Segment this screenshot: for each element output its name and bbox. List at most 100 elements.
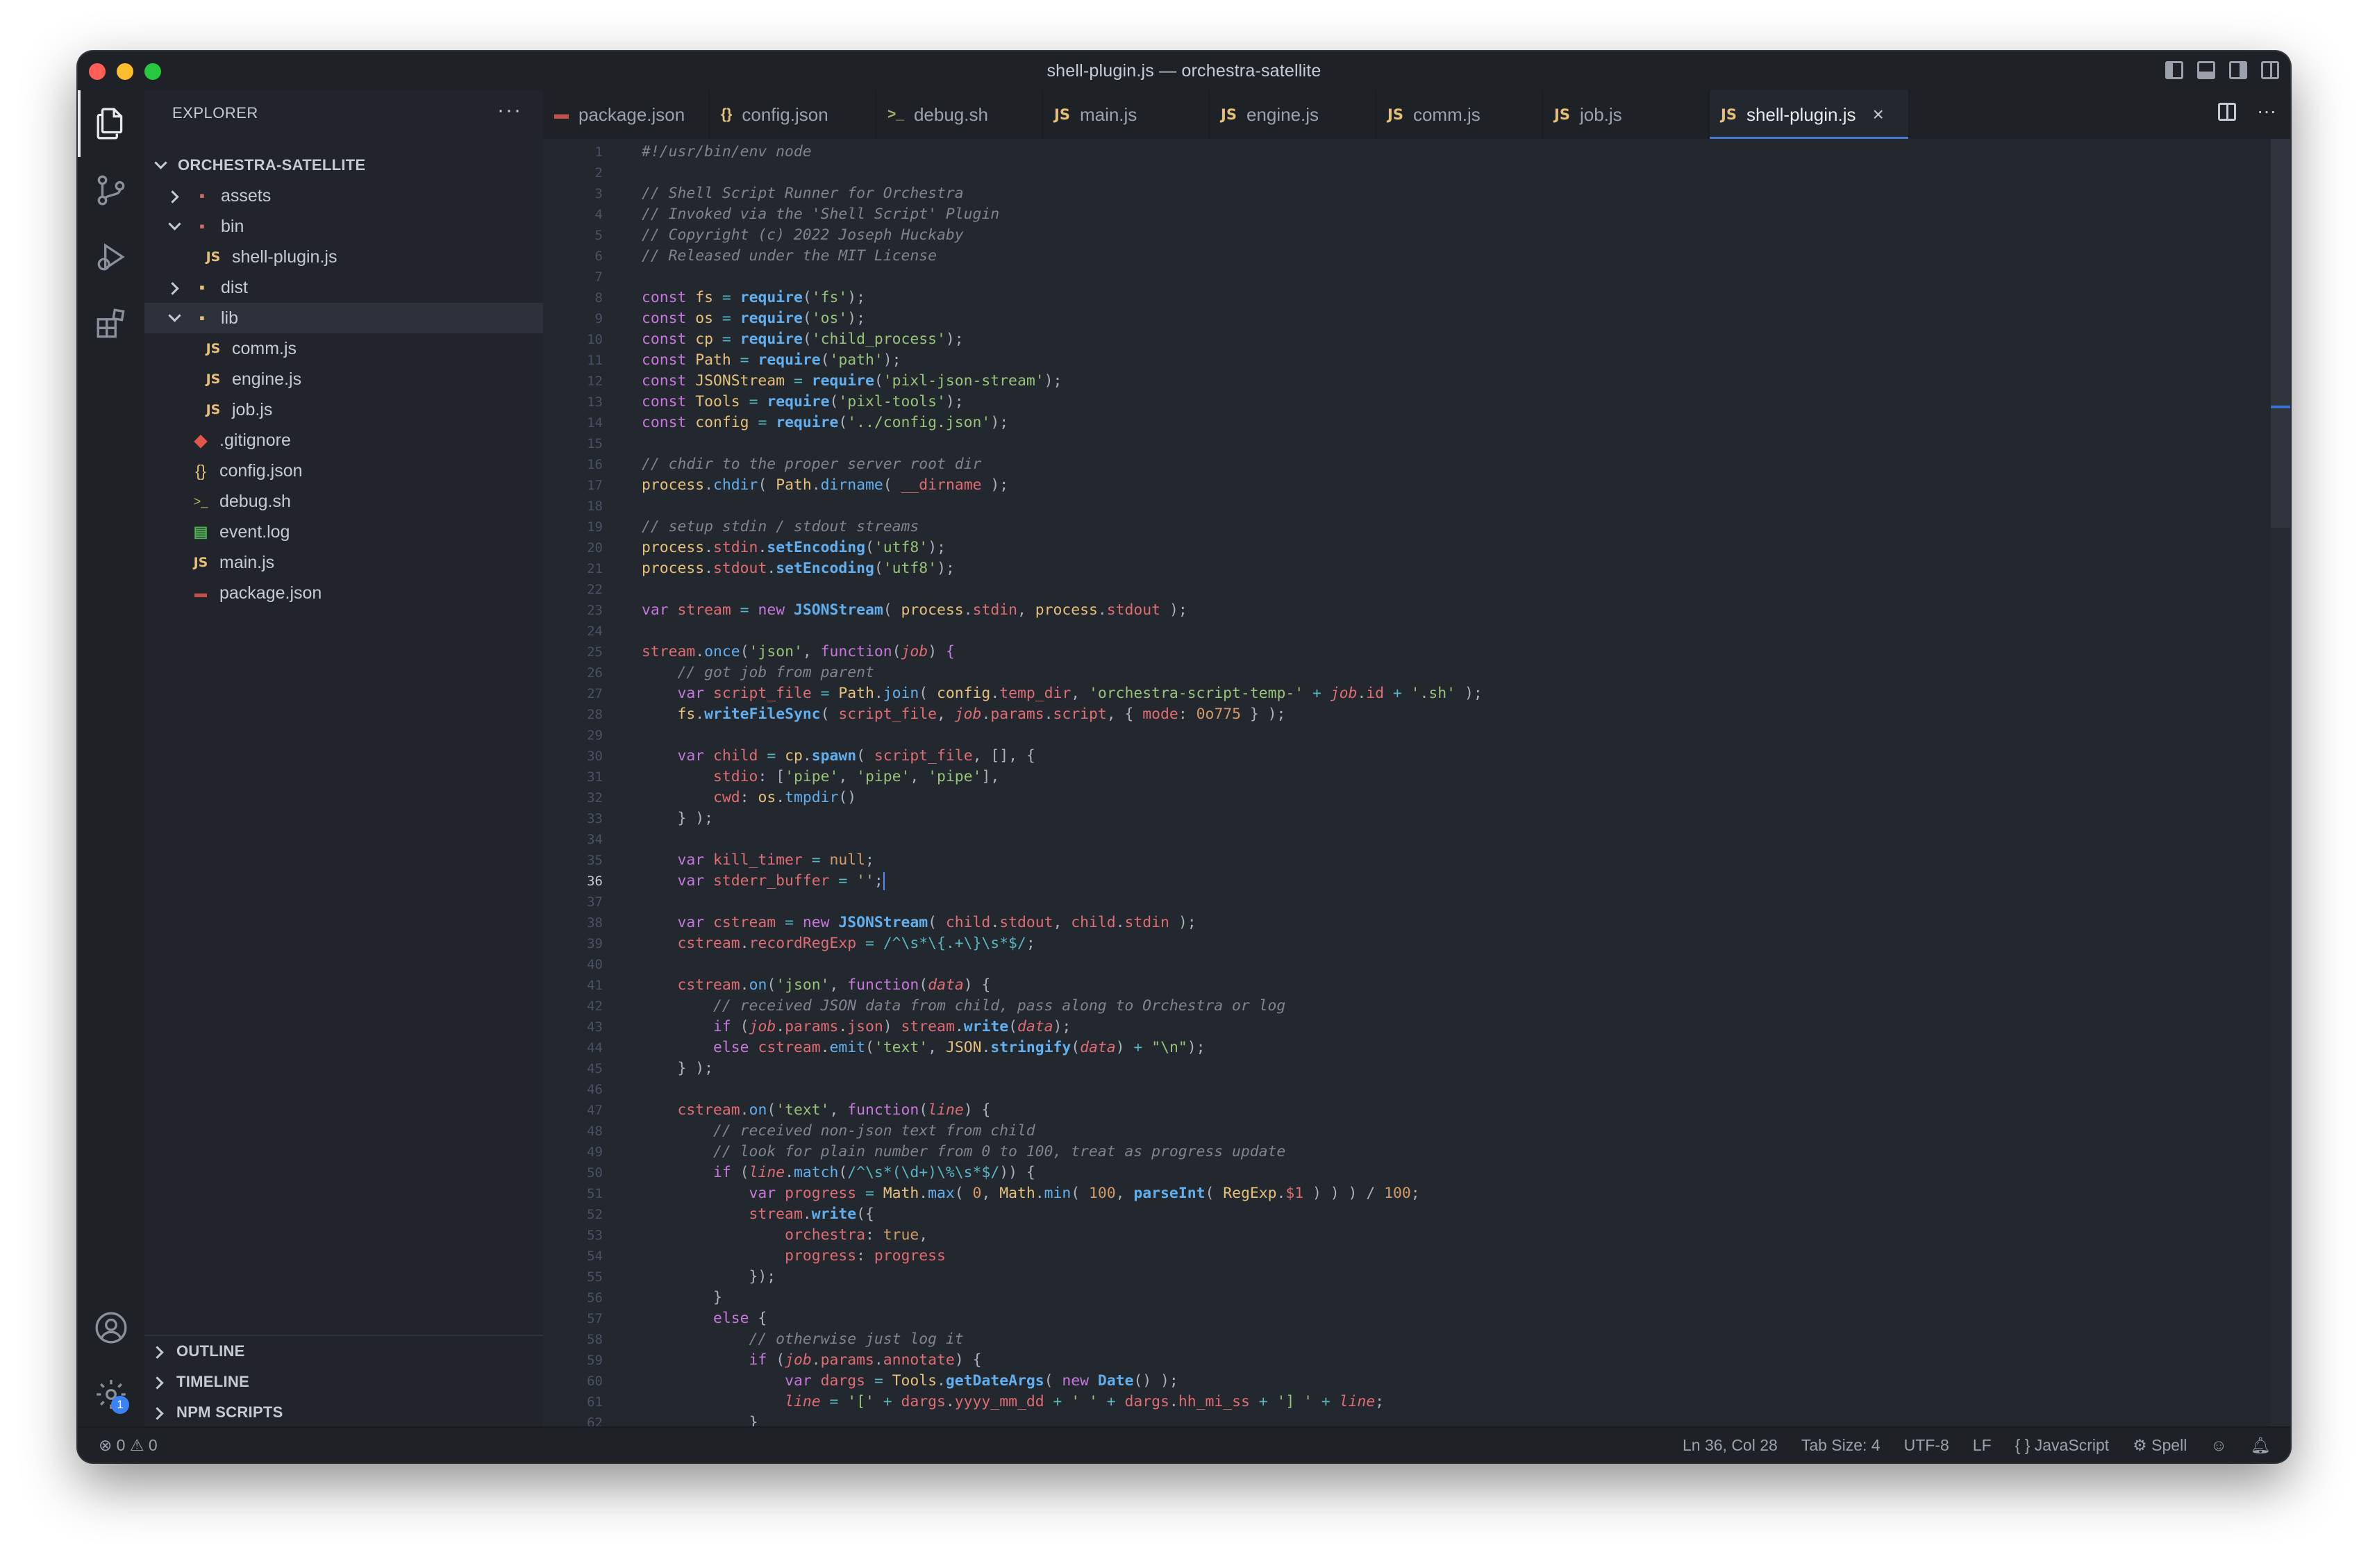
close-tab-icon[interactable]: × [1872, 103, 1883, 126]
tree-file[interactable]: {} config.json [144, 456, 543, 486]
tree-file[interactable]: JS engine.js [144, 364, 543, 394]
explorer-more-actions-icon[interactable]: ··· [497, 99, 522, 122]
line-number: 8 [594, 290, 603, 306]
editor-more-actions-icon[interactable]: ··· [2257, 100, 2276, 122]
tree-folder[interactable]: ▪ lib [144, 303, 543, 333]
end-of-line[interactable]: LF [1973, 1436, 1992, 1455]
tab-label: main.js [1079, 103, 1137, 125]
tree-file[interactable]: ◆ .gitignore [144, 425, 543, 456]
npm-file-icon: ▬ [194, 585, 207, 600]
tree-item-label: .gitignore [219, 430, 291, 450]
editor-tab[interactable]: JS engine.js [1210, 90, 1376, 139]
source-control-icon[interactable] [78, 157, 144, 224]
run-and-debug-icon[interactable] [78, 224, 144, 290]
problems-indicator[interactable]: ⊗ 0 ⚠ 0 [99, 1436, 158, 1455]
line-number: 41 [587, 978, 603, 993]
sidebar-section-timeline[interactable]: TIMELINE [144, 1367, 543, 1397]
split-editor-icon[interactable] [2218, 103, 2237, 121]
scrollbar-thumb[interactable] [2271, 139, 2290, 528]
toggle-panel-icon[interactable] [2197, 61, 2215, 79]
line-number: 46 [587, 1082, 603, 1097]
json-file-icon: {} [195, 461, 206, 480]
extensions-icon[interactable] [78, 290, 144, 357]
tree-file[interactable]: JS job.js [144, 394, 543, 425]
tab-size[interactable]: Tab Size: 4 [1801, 1436, 1881, 1455]
editor-tab[interactable]: JS main.js [1043, 90, 1210, 139]
notifications-bell-icon[interactable]: 🔔︎ [2251, 1436, 2271, 1455]
editor-tab[interactable]: JS job.js [1543, 90, 1710, 139]
code-editor[interactable]: 1 2 3 4 5 6 7 8 9 10 11 12 13 14 15 16 17 18 19 20 21 22 23 24 2… [543, 139, 2290, 1428]
toggle-primary-sidebar-icon[interactable] [2165, 61, 2183, 79]
editor-tab[interactable]: JS comm.js [1376, 90, 1543, 139]
line-number: 60 [587, 1374, 603, 1389]
section-label: OUTLINE [176, 1342, 245, 1360]
tree-folder[interactable]: ▪ assets [144, 181, 543, 211]
code-line: cwd: os.tmpdir() [713, 789, 857, 806]
tree-item-label: debug.sh [219, 491, 291, 511]
workspace-root-label: ORCHESTRA-SATELLITE [178, 156, 366, 174]
code-line: if (job.params.json) stream.write(data); [713, 1018, 1072, 1035]
editor-tab[interactable]: {} config.json [710, 90, 876, 139]
tree-folder[interactable]: ▪ dist [144, 272, 543, 303]
code-line: // received JSON data from child, pass a… [713, 997, 1286, 1015]
workspace-root[interactable]: ORCHESTRA-SATELLITE [144, 150, 543, 181]
code-content[interactable]: #!/usr/bin/env node // Shell Script Runne… [642, 142, 2249, 1428]
status-bar: ⊗ 0 ⚠ 0 Ln 36, Col 28 Tab Size: 4 UTF-8 … [78, 1426, 2290, 1462]
language-mode[interactable]: { } JavaScript [2015, 1436, 2110, 1455]
tree-file[interactable]: JS shell-plugin.js [144, 242, 543, 272]
line-number: 30 [587, 749, 603, 764]
js-file-icon: JS [1554, 106, 1570, 123]
editor-actions: ··· [2218, 100, 2276, 122]
chevron-down-icon [154, 159, 167, 172]
accounts-icon[interactable] [78, 1294, 144, 1361]
editor-tab[interactable]: >_ debug.sh [876, 90, 1043, 139]
tree-file[interactable]: >_ debug.sh [144, 486, 543, 517]
line-number: 62 [587, 1415, 603, 1428]
code-line: // setup stdin / stdout streams [642, 518, 919, 535]
code-line: // Shell Script Runner for Orchestra [642, 185, 964, 202]
code-line: cstream.recordRegExp = /^\s*\{.+\}\s*$/; [677, 935, 1035, 952]
section-label: TIMELINE [176, 1373, 250, 1390]
editor-scrollbar[interactable] [2271, 139, 2290, 1428]
file-encoding[interactable]: UTF-8 [1904, 1436, 1949, 1455]
sidebar-section-npm-scripts[interactable]: NPM SCRIPTS [144, 1397, 543, 1428]
editor-tab[interactable]: ▬ package.json [543, 90, 710, 139]
sidebar-section-outline[interactable]: OUTLINE [144, 1336, 543, 1367]
js-file-icon: JS [1721, 106, 1737, 123]
line-number: 32 [587, 790, 603, 806]
customize-layout-icon[interactable] [2261, 61, 2279, 79]
tree-folder[interactable]: ▪ bin [144, 211, 543, 242]
toggle-secondary-sidebar-icon[interactable] [2229, 61, 2247, 79]
tree-file[interactable]: ▤ event.log [144, 517, 543, 547]
line-number: 38 [587, 915, 603, 931]
explorer-sidebar: EXPLORER ··· ORCHESTRA-SATELLITE ▪ assets… [144, 90, 543, 1428]
tab-label: engine.js [1246, 103, 1319, 125]
code-line: process.stdout.setEncoding('utf8'); [642, 560, 955, 577]
cursor-position[interactable]: Ln 36, Col 28 [1683, 1436, 1778, 1455]
tree-file[interactable]: JS comm.js [144, 333, 543, 364]
js-file-icon: JS [1054, 106, 1070, 123]
manage-gear-icon[interactable]: 1 [78, 1361, 144, 1428]
code-line: stream.write({ [749, 1206, 874, 1223]
code-line: var stderr_buffer = ''; [677, 872, 885, 890]
code-line: }); [642, 1268, 776, 1285]
js-file-icon: JS [206, 372, 221, 387]
code-line: // got job from parent [677, 664, 874, 681]
code-line: var progress = Math.max( 0, Math.min( 10… [749, 1185, 1420, 1202]
code-line: const os = require('os'); [642, 310, 866, 327]
tree-file[interactable]: ▬ package.json [144, 578, 543, 608]
line-number: 40 [587, 957, 603, 972]
line-number: 13 [587, 394, 603, 410]
tab-label: job.js [1579, 103, 1622, 125]
code-line: } ); [642, 1060, 714, 1077]
explorer-icon[interactable] [78, 90, 144, 157]
tree-file[interactable]: JS main.js [144, 547, 543, 578]
spell-checker[interactable]: ⚙ Spell [2133, 1436, 2187, 1455]
editor-tab[interactable]: JS shell-plugin.js × [1710, 90, 1910, 139]
editor-tabs: ▬ package.json {} config.json >_ debug.sh JS ma… [543, 90, 2290, 139]
code-line: var child = cp.spawn( script_file, [], { [677, 747, 1035, 765]
line-number: 10 [587, 332, 603, 347]
feedback-icon[interactable]: ☺ [2210, 1436, 2226, 1455]
